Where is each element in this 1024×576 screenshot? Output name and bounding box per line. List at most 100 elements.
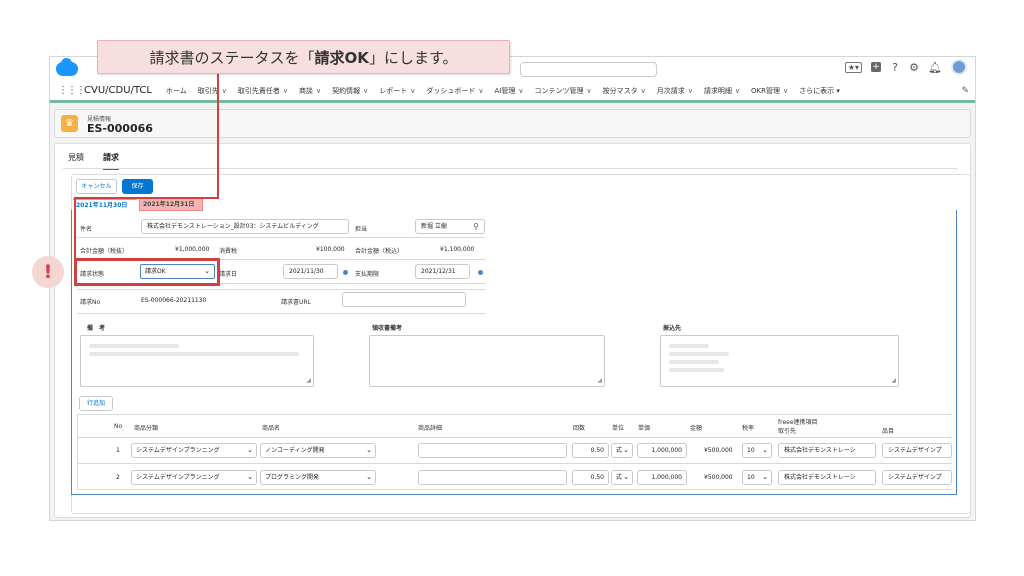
chevron-down-icon: ⌄ [247,473,253,481]
salesforce-logo[interactable] [56,58,78,76]
col-product: 商品名 [262,425,281,432]
chevron-down-icon: ⌄ [623,446,629,454]
due-date-field[interactable]: 2021/12/31 [415,264,470,279]
row-1-tax-select[interactable]: 10 ⌄ [742,443,772,458]
chevron-down-icon: ∨ [316,86,322,95]
help-icon[interactable]: ? [890,61,900,74]
add-row-button[interactable]: 行追加 [79,396,113,411]
row-1-unit-select[interactable]: 式 ⌄ [611,443,633,458]
col-tax: 税率 [742,425,755,432]
global-search-input[interactable] [520,62,657,77]
row-1-item-field[interactable]: システムデザインプ [882,443,952,458]
favorites-star-icon[interactable]: ★▾ [844,61,863,73]
row-2-count-input[interactable]: 0.50 [572,470,609,485]
subject-field[interactable]: 株式会社デモンストレーション_設計03：システムビルディング [141,219,349,234]
tab-divider [63,168,958,169]
invoice-no-value: ES-000066-20211130 [141,297,207,304]
app-navigation-bar: ⋮⋮⋮ CVU/CDU/TCL ホーム 取引先 ∨ 取引先責任者 ∨ 商談 ∨ 契約情… [50,81,975,103]
chevron-down-icon: ⌄ [366,446,372,454]
owner-lookup-field[interactable]: 新堀 立樹 ⚲ [415,219,485,234]
redacted-text [669,360,719,364]
row-2-partner-field[interactable]: 株式会社デモンストレーシ [778,470,876,485]
user-avatar[interactable] [951,59,967,75]
invoice-date-label: 請求日 [219,271,238,278]
row-2-item-field[interactable]: システムデザインプ [882,470,952,485]
col-category: 商品分類 [134,425,159,432]
nav-item-contacts[interactable]: 取引先責任者 ∨ [238,86,288,96]
chevron-down-icon: ∨ [363,86,369,95]
chevron-down-icon: ∨ [586,86,592,95]
row-1-partner-field[interactable]: 株式会社デモンストレーシ [778,443,876,458]
divider [77,313,485,314]
tax-label: 消費税 [219,248,238,255]
remarks-textarea[interactable]: ◢ [80,335,314,387]
header-utility-icons: ★▾ + ? ⚙ 🔔︎ [844,59,967,75]
redacted-text [89,352,299,356]
nav-item-okr-management[interactable]: OKR管理 ∨ [751,86,788,96]
callout-prefix: 請求書のステータスを「 [149,49,315,67]
callout-connector [217,74,219,199]
callout-suffix: 」にします。 [368,49,458,67]
chevron-down-icon: ∨ [782,86,789,95]
chevron-down-icon: ∨ [687,86,693,95]
app-launcher-icon[interactable]: ⋮⋮⋮ [58,85,86,96]
subject-label: 件名 [80,226,93,233]
search-icon[interactable]: ⚲ [473,220,479,233]
chevron-down-icon: ⌄ [366,473,372,481]
nav-item-content-management[interactable]: コンテンツ管理 ∨ [535,86,592,96]
invoice-url-field[interactable] [342,292,466,307]
row-1-count-input[interactable]: 0.50 [572,443,609,458]
nav-item-reports[interactable]: レポート ∨ [379,86,415,96]
row-1-no: 1 [116,447,120,454]
instruction-callout: 請求書のステータスを「請求OK」にします。 [97,40,510,74]
row-2-product-select[interactable]: プログラミング開発 ⌄ [260,470,376,485]
row-2-category-select[interactable]: システムデザインプランニング ⌄ [131,470,257,485]
bank-info-title: 振込先 [663,325,682,332]
nav-item-home[interactable]: ホーム [166,86,187,96]
total-ex-tax-label: 合計金額（税抜） [80,248,129,255]
nav-item-accounts[interactable]: 取引先 ∨ [198,86,227,96]
chevron-down-icon: ⌄ [762,446,768,454]
divider [77,237,485,238]
col-unit: 単位 [612,425,625,432]
row-1-price-input[interactable]: 1,000,000 [637,443,687,458]
row-2-tax-select[interactable]: 10 ⌄ [742,470,772,485]
bank-info-textarea[interactable]: ◢ [660,335,899,387]
nav-item-contracts[interactable]: 契約情報 ∨ [332,86,368,96]
col-detail: 商品詳細 [418,425,443,432]
redacted-text [669,368,724,372]
nav-item-billing-details[interactable]: 請求明細 ∨ [704,86,740,96]
nav-item-dashboards[interactable]: ダッシュボード ∨ [426,86,483,96]
crown-icon: ♛ [61,115,78,132]
redacted-text [669,344,709,348]
row-2-price-input[interactable]: 1,000,000 [637,470,687,485]
col-no: No [114,423,123,430]
calendar-icon[interactable] [478,270,483,275]
row-1-category-select[interactable]: システムデザインプランニング ⌄ [131,443,257,458]
chevron-down-icon: ⌄ [762,473,768,481]
nav-item-ai-management[interactable]: AI管理 ∨ [495,86,524,96]
row-1-detail-input[interactable] [418,443,567,458]
receipt-remarks-title: 領収書備考 [372,325,403,332]
cancel-button[interactable]: キャンセル [76,179,117,194]
calendar-icon[interactable] [343,270,348,275]
row-2-unit-select[interactable]: 式 ⌄ [611,470,633,485]
nav-item-allocation-master[interactable]: 按分マスタ ∨ [603,86,646,96]
chevron-down-icon: ∨ [410,86,416,95]
edit-nav-pencil-icon[interactable]: ✎ [961,86,969,96]
invoice-date-field[interactable]: 2021/11/30 [283,264,338,279]
resize-handle-icon[interactable]: ◢ [891,377,896,384]
row-2-detail-input[interactable] [418,470,567,485]
gear-icon[interactable]: ⚙ [909,61,919,74]
nav-item-monthly-billing[interactable]: 月次請求 ∨ [657,86,693,96]
receipt-remarks-textarea[interactable]: ◢ [369,335,605,387]
row-1-product-select[interactable]: ノンコーディング開発 ⌄ [260,443,376,458]
chevron-down-icon: ∨ [518,86,524,95]
nav-item-more[interactable]: さらに表示 ▾ [799,86,840,96]
resize-handle-icon[interactable]: ◢ [597,377,602,384]
nav-item-opportunities[interactable]: 商談 ∨ [299,86,321,96]
global-create-icon[interactable]: + [871,62,882,72]
bell-icon[interactable]: 🔔︎ [928,61,942,74]
resize-handle-icon[interactable]: ◢ [306,377,311,384]
save-button[interactable]: 保存 [122,179,153,194]
